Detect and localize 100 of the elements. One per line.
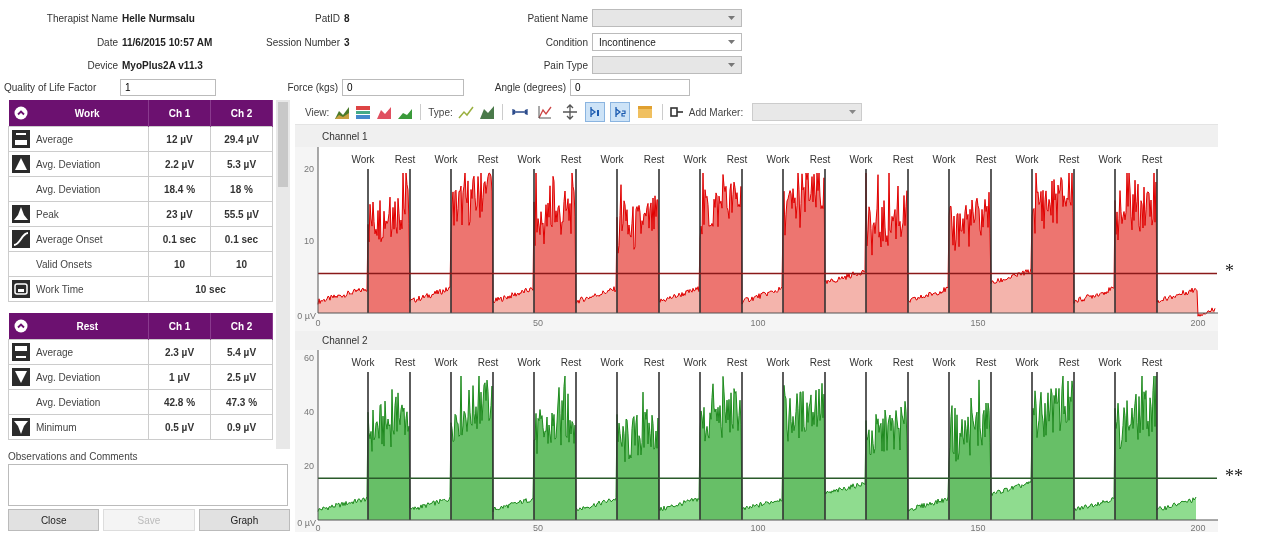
field-label: Quality of Life Factor <box>3 82 97 93</box>
triangle-icon <box>12 155 30 173</box>
curve-icon <box>12 230 30 248</box>
row-label: Average Onset <box>36 233 103 245</box>
peak-icon <box>12 205 30 223</box>
input-field[interactable]: 0 <box>570 79 690 96</box>
marker-label: Work <box>849 154 873 165</box>
table-cell: 18.4 % <box>148 176 211 202</box>
column-header: Work <box>73 107 101 119</box>
marker-label: Rest <box>560 357 582 368</box>
table-cell: 42.8 % <box>148 389 211 415</box>
field-value: MyoPlus2A v11.3 <box>122 59 203 71</box>
table-cell: 23 µV <box>148 201 211 227</box>
marker-label: Work <box>683 154 707 165</box>
marker-label: Work <box>766 357 790 368</box>
row-label: Average <box>36 133 74 145</box>
marker-label: Work <box>351 154 375 165</box>
chart-title: Channel 2 <box>322 335 368 346</box>
field-value: 3 <box>344 36 350 48</box>
move-icon <box>561 104 578 120</box>
marker-label: Rest <box>809 357 831 368</box>
dropdown[interactable]: Incontinence <box>592 33 742 51</box>
table-cell: 1 µV <box>148 364 211 390</box>
table-cell: 0.1 sec <box>148 226 211 252</box>
bands-icon[interactable] <box>355 104 372 120</box>
field-value: 8 <box>344 12 350 24</box>
marker-label: Rest <box>394 357 416 368</box>
table-cell: 29.4 µV <box>210 126 273 152</box>
axis-label: 0 µV <box>297 518 316 528</box>
marker-label: Work <box>600 154 624 165</box>
marker-label: Work <box>517 154 541 165</box>
marker-label: Rest <box>643 357 665 368</box>
axis-label: 100 <box>750 523 766 532</box>
bar-level-icon <box>12 130 30 148</box>
input-field[interactable]: 1 <box>120 79 216 96</box>
table-cell: 2.2 µV <box>148 151 211 177</box>
marker-label: Rest <box>892 357 914 368</box>
marker-label: Work <box>1098 154 1122 165</box>
marker-label: Rest <box>726 357 748 368</box>
marker-label: Work <box>434 357 458 368</box>
marker-label: Rest <box>560 154 582 165</box>
table-cell: 0.1 sec <box>210 226 273 252</box>
field-value: 11/6/2015 10:57 AM <box>122 36 213 48</box>
row-label: Peak <box>36 208 59 220</box>
action-button[interactable]: Close <box>8 509 100 531</box>
column-header: Rest <box>75 320 100 332</box>
marker-label: Rest <box>1141 357 1163 368</box>
column-header: Ch 2 <box>210 100 273 127</box>
line-chart-icon[interactable] <box>457 104 474 120</box>
field-label: Pain Type <box>543 59 588 71</box>
marker-label: Rest <box>643 154 665 165</box>
marker-label: Rest <box>892 154 914 165</box>
marker-label: Rest <box>477 154 499 165</box>
marker-label: Rest <box>394 154 416 165</box>
field-label: Condition <box>545 36 588 48</box>
marker-label: Rest <box>1058 154 1080 165</box>
action-button[interactable]: Graph <box>198 509 290 531</box>
comments-field[interactable] <box>8 464 288 506</box>
axis-label: 150 <box>970 523 986 532</box>
axis-label: 60 <box>304 353 314 363</box>
axis-label: 200 <box>1190 318 1206 328</box>
chart-zoom-icon <box>536 104 553 120</box>
collapse-icon[interactable] <box>13 106 28 120</box>
table-cell: 18 % <box>210 176 273 202</box>
collapse-icon[interactable] <box>13 319 28 333</box>
table-cell: 10 sec <box>148 276 273 302</box>
toggle-button[interactable] <box>584 102 605 122</box>
highlight-icon <box>636 104 653 120</box>
field-label: Session Number <box>266 36 340 48</box>
marker-label: Work <box>932 357 956 368</box>
marker-label: Rest <box>809 154 831 165</box>
marker-label: Rest <box>975 154 997 165</box>
row-label: Work Time <box>36 283 84 295</box>
marker-label: Work <box>1015 357 1039 368</box>
table-cell: 2.3 µV <box>148 339 211 365</box>
marker-label: Work <box>351 357 375 368</box>
marker-label: Work <box>932 154 956 165</box>
axis-label: 50 <box>533 318 543 328</box>
input-field[interactable]: 0 <box>342 79 464 96</box>
marker-icon[interactable] <box>669 106 684 118</box>
scrollbar[interactable] <box>276 100 290 449</box>
marker-label: Work <box>1015 154 1039 165</box>
field-label: Observations and Comments <box>8 451 139 462</box>
toggle-button[interactable] <box>609 102 630 122</box>
annotation-mark: * <box>1225 261 1234 283</box>
axis-label: 0 <box>315 318 321 328</box>
caret-icon <box>728 39 735 45</box>
axis-label: 20 <box>304 164 314 174</box>
marker-label: Rest <box>1058 357 1080 368</box>
marker-label: Work <box>683 357 707 368</box>
marker-label: Work <box>434 154 458 165</box>
axis-label: 200 <box>1190 523 1206 532</box>
field-label: PatID <box>315 12 340 24</box>
marker-label: Work <box>766 154 790 165</box>
axis-label: 0 µV <box>297 311 316 321</box>
table-cell: 2.5 µV <box>210 364 273 390</box>
area-chart-icon[interactable] <box>478 104 495 120</box>
axis-label: 100 <box>750 318 766 328</box>
marker-label: Work <box>600 357 624 368</box>
field-value: Helle Nurmsalu <box>122 12 195 24</box>
